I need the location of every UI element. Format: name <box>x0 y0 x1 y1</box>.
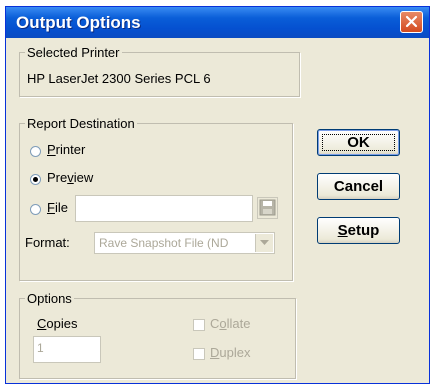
file-path-input[interactable] <box>75 195 253 222</box>
printer-radio[interactable] <box>30 146 41 157</box>
collate-checkbox[interactable] <box>193 319 205 331</box>
focus-rectangle <box>322 134 395 151</box>
close-button[interactable] <box>400 11 423 33</box>
format-label: Format: <box>25 235 70 250</box>
options-legend: Options <box>27 291 72 306</box>
floppy-disk-icon <box>259 199 276 216</box>
format-dropdown-button[interactable] <box>255 234 273 252</box>
duplex-checkbox[interactable] <box>193 348 205 360</box>
format-select[interactable]: Rave Snapshot File (ND <box>94 232 275 254</box>
browse-file-button[interactable] <box>257 197 278 219</box>
chevron-down-icon <box>260 240 269 245</box>
copies-input[interactable]: 1 <box>33 336 101 363</box>
window-title: Output Options <box>16 13 141 32</box>
report-destination-legend: Report Destination <box>27 116 135 131</box>
close-icon <box>405 15 418 28</box>
selected-printer-legend: Selected Printer <box>27 45 120 60</box>
setup-button[interactable]: Setup <box>317 217 400 244</box>
preview-radio[interactable] <box>30 174 41 185</box>
output-options-dialog: Output Options Selected Printer HP Laser… <box>5 6 430 384</box>
duplex-label[interactable]: Duplex <box>210 345 250 360</box>
radio-selected-dot <box>33 177 38 182</box>
preview-radio-label[interactable]: Preview <box>47 170 93 185</box>
file-radio[interactable] <box>30 204 41 215</box>
title-bar[interactable]: Output Options <box>6 7 429 38</box>
copies-label: Copies <box>37 316 78 331</box>
cancel-button[interactable]: Cancel <box>317 173 400 200</box>
options-group: Options <box>19 291 296 379</box>
printer-radio-label[interactable]: Printer <box>47 142 85 157</box>
selected-printer-name: HP LaserJet 2300 Series PCL 6 <box>27 71 211 86</box>
collate-label[interactable]: Collate <box>210 316 250 331</box>
ok-button[interactable]: OK <box>317 129 400 156</box>
file-radio-label[interactable]: File <box>47 200 68 215</box>
format-select-value: Rave Snapshot File (ND <box>99 236 229 250</box>
